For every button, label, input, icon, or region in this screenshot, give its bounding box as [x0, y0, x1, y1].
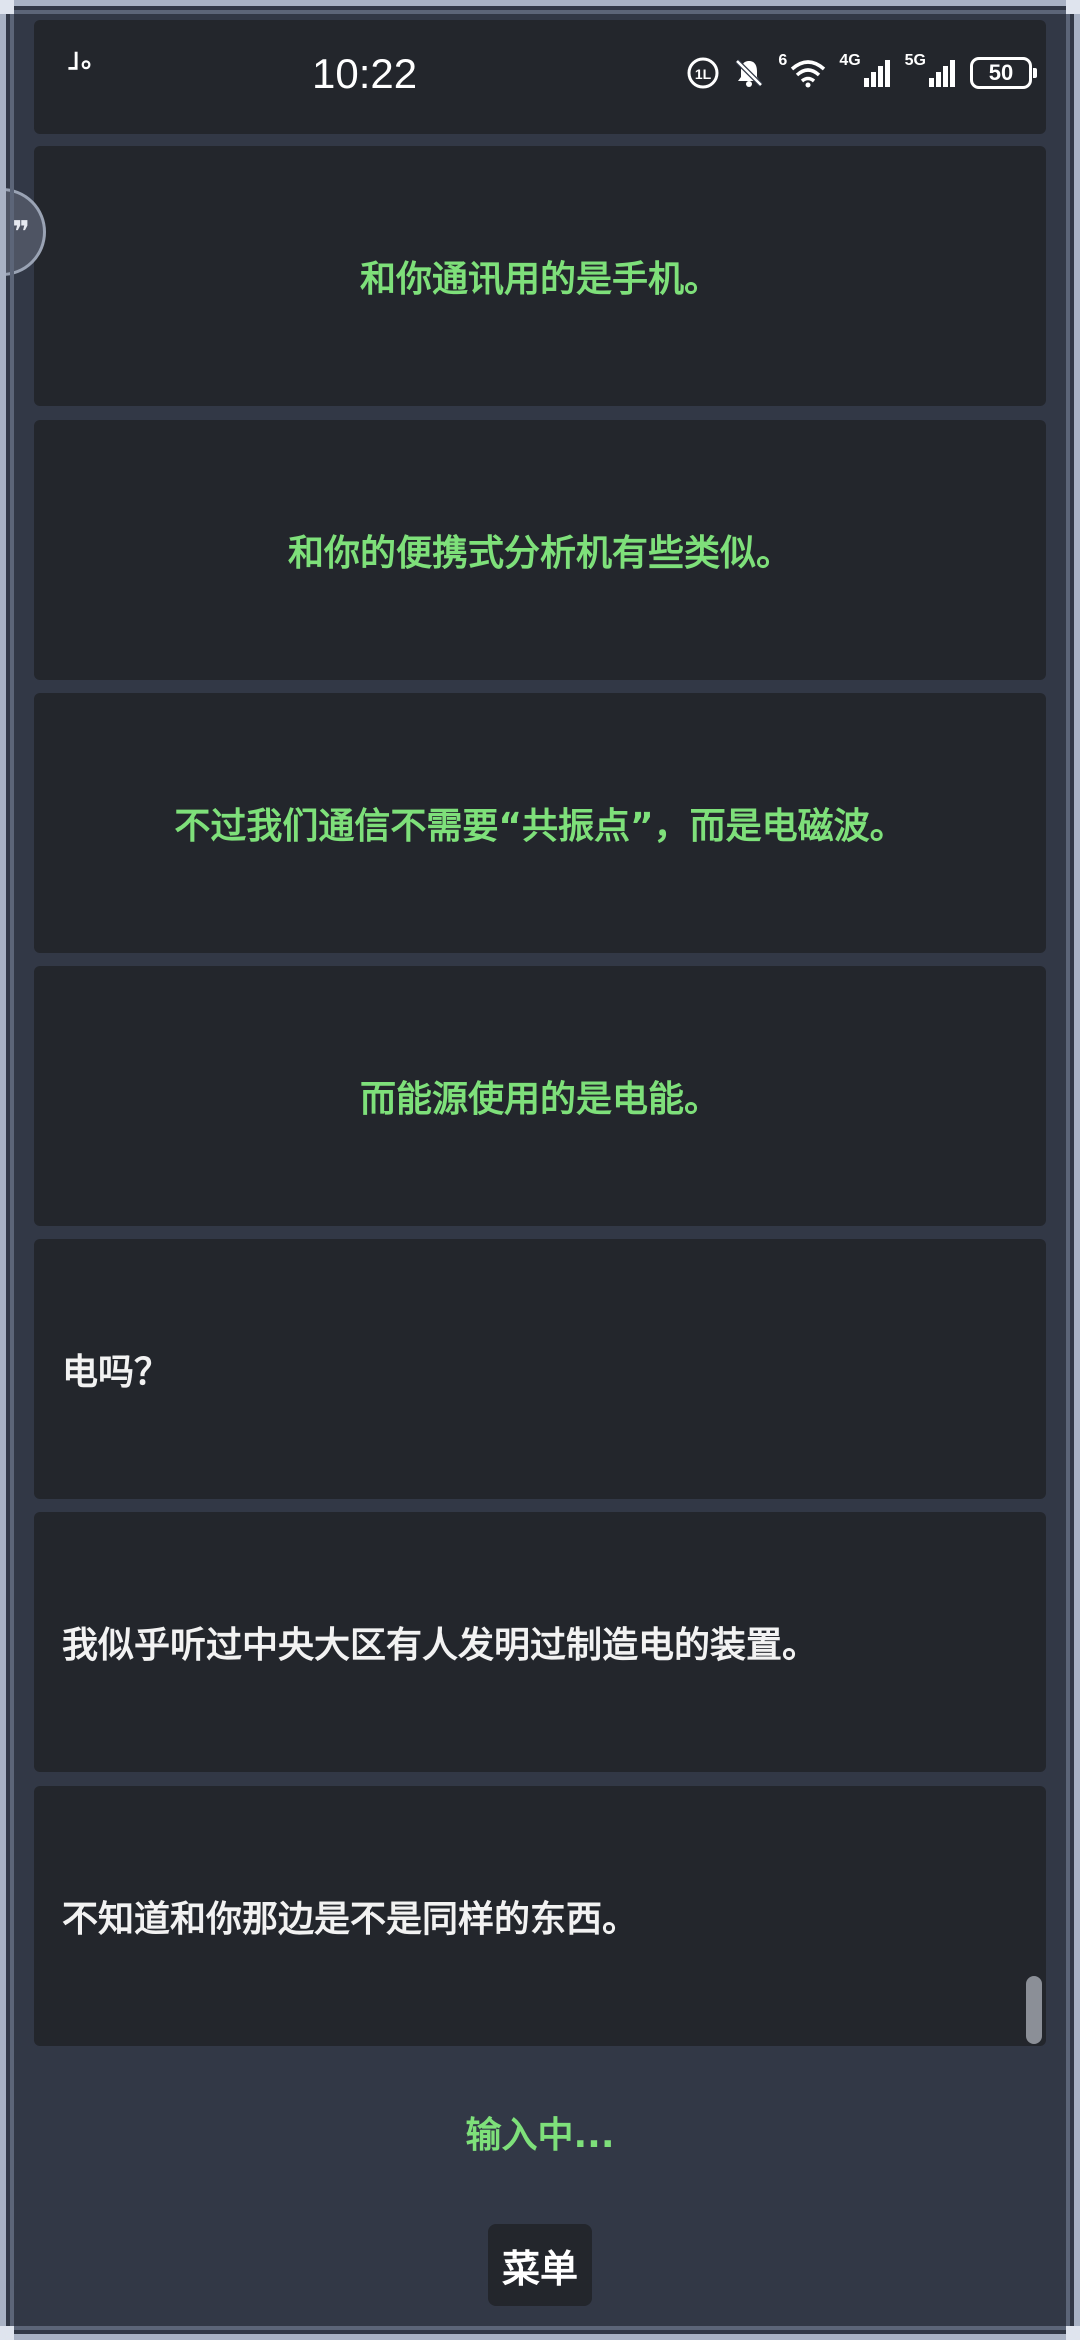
wifi-badge: 6 [778, 52, 788, 69]
message-text: 和你的便携式分析机有些类似。 [287, 533, 792, 574]
menu-button[interactable]: 菜单 [488, 2224, 592, 2306]
message-bubble: 不知道和你那边是不是同样的东西。 [34, 1786, 1046, 2046]
wifi-icon: 6 [778, 52, 827, 90]
status-time: 10:22 [312, 50, 418, 97]
status-notch-text: 」。 [68, 44, 108, 74]
message-text: 不过我们通信不需要“共振点”，而是电磁波。 [174, 806, 906, 847]
status-bar: 」。 10:22 1L 6 4G 5G 50 [34, 20, 1046, 134]
scrollbar-thumb[interactable] [1026, 1976, 1042, 2044]
message-text: 和你通讯用的是手机。 [359, 259, 720, 300]
frame-corner [0, 2326, 14, 2340]
message-bubble: 我似乎听过中央大区有人发明过制造电的装置。 [34, 1512, 1046, 1772]
battery-icon: 50 [970, 57, 1037, 89]
svg-text:1L: 1L [695, 66, 712, 82]
signal-4g-label: 4G [839, 52, 861, 69]
message-text: 我似乎听过中央大区有人发明过制造电的装置。 [62, 1625, 819, 1666]
chat-screen: 和你通讯用的是手机。 和你的便携式分析机有些类似。 不过我们通信不需要“共振点”… [0, 0, 1080, 2340]
frame-corner [1066, 0, 1080, 14]
typing-status: 输入中... [465, 2115, 615, 2156]
message-text: 不知道和你那边是不是同样的东西。 [62, 1899, 639, 1940]
signal-4g-icon: 4G [839, 52, 892, 90]
message-bubble: 和你通讯用的是手机。 [34, 146, 1046, 406]
frame-corner [1066, 2326, 1080, 2340]
message-bubble: 而能源使用的是电能。 [34, 966, 1046, 1226]
chat-log[interactable]: 和你通讯用的是手机。 和你的便携式分析机有些类似。 不过我们通信不需要“共振点”… [34, 20, 1046, 2046]
frame-corner [0, 0, 14, 14]
message-bubble: 和你的便携式分析机有些类似。 [34, 420, 1046, 680]
message-bubble: 不过我们通信不需要“共振点”，而是电磁波。 [34, 693, 1046, 953]
quote-icon: ❞ [12, 214, 30, 250]
signal-5g-label: 5G [904, 52, 926, 69]
message-text: 电吗？ [62, 1352, 171, 1393]
nfc-icon: 1L [686, 56, 720, 90]
status-icons: 1L 6 4G 5G 50 [686, 52, 1037, 90]
message-text: 而能源使用的是电能。 [359, 1079, 720, 1120]
message-bubble: 电吗？ [34, 1239, 1046, 1499]
bell-muted-icon [732, 56, 766, 90]
signal-5g-icon: 5G [905, 52, 958, 90]
